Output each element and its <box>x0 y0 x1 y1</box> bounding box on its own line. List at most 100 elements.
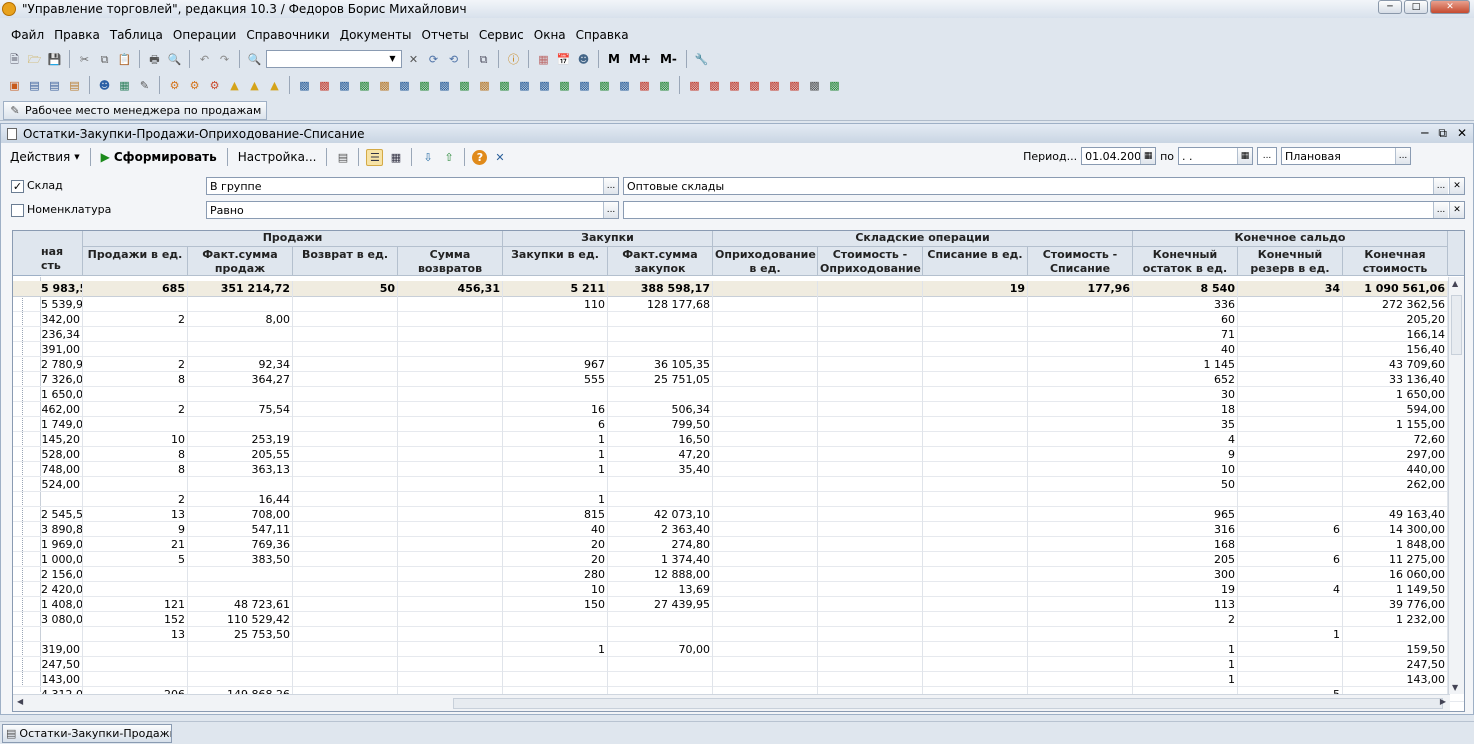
memory-plus-button[interactable]: M+ <box>629 52 651 66</box>
manager-workplace-button[interactable]: ✎ Рабочее место менеджера по продажам <box>3 101 268 120</box>
select-button[interactable]: ... <box>603 178 618 194</box>
chevron-down-icon[interactable]: ▼ <box>384 51 401 68</box>
order4-icon[interactable]: ▲ <box>226 77 243 94</box>
column-header[interactable]: Конечный остаток в ед. <box>1133 247 1238 276</box>
menu-references[interactable]: Справочники <box>246 28 329 42</box>
find-previous-icon[interactable]: ⟲ <box>445 51 462 68</box>
prices-icon[interactable]: ✎ <box>136 77 153 94</box>
close-button[interactable]: ✕ <box>1430 0 1470 14</box>
table-row[interactable]: 3 080,00152110 529,42 2 1 232,00 <box>13 612 1464 627</box>
undo-icon[interactable]: ↶ <box>196 51 213 68</box>
vertical-scrollbar[interactable]: ▲ ▼ <box>1448 277 1464 694</box>
menu-operations[interactable]: Операции <box>173 28 236 42</box>
table-row[interactable]: 247,50 1 247,50 <box>13 657 1464 672</box>
memory-minus-button[interactable]: M- <box>660 52 677 66</box>
table-row[interactable]: 342,00 2 8,00 60 205,20 <box>13 312 1464 327</box>
scroll-thumb[interactable] <box>453 698 1443 709</box>
table-row[interactable]: 1 749,00 6799,50 35 1 155,00 <box>13 417 1464 432</box>
nomenclature-icon[interactable]: ▦ <box>116 77 133 94</box>
table-row[interactable]: 13 25 753,50 1 <box>13 627 1464 642</box>
period-to-field[interactable]: . . ▦ <box>1178 147 1253 165</box>
period-from-field[interactable]: 01.04.2007 ▦ <box>1081 147 1157 165</box>
report3-icon[interactable]: ▩ <box>726 77 743 94</box>
column-header[interactable]: Продажи в ед. <box>83 247 188 276</box>
generate-button[interactable]: ▶ Сформировать <box>98 150 220 164</box>
table-row[interactable]: 3 890,809547,11 402 363,40 316614 300,00 <box>13 522 1464 537</box>
horizontal-scrollbar[interactable]: ◀ ▶ <box>13 694 1450 711</box>
doc4-icon[interactable]: ▩ <box>356 77 373 94</box>
maximize-button[interactable]: □ <box>1404 0 1428 14</box>
table-row[interactable]: 1 650,00 30 1 650,00 <box>13 387 1464 402</box>
doc3-icon[interactable]: ▩ <box>336 77 353 94</box>
doc8-icon[interactable]: ▩ <box>436 77 453 94</box>
column-header[interactable]: Возврат в ед. <box>293 247 398 276</box>
clear-icon[interactable]: ✕ <box>1449 202 1464 218</box>
doc13-icon[interactable]: ▩ <box>536 77 553 94</box>
order-icon[interactable]: ⚙ <box>166 77 183 94</box>
order3-icon[interactable]: ⚙ <box>206 77 223 94</box>
table-row[interactable]: 7 326,008364,27 55525 751,05 652 33 136,40 <box>13 372 1464 387</box>
calendar-icon[interactable]: ▦ <box>1140 148 1156 164</box>
doc7-icon[interactable]: ▩ <box>416 77 433 94</box>
table-row[interactable]: 2 16,44 1 <box>13 492 1464 507</box>
doc14-icon[interactable]: ▩ <box>556 77 573 94</box>
scroll-down-icon[interactable]: ▼ <box>1452 683 1458 692</box>
menu-service[interactable]: Сервис <box>479 28 524 42</box>
taskbar-report-button[interactable]: ▤ Остатки-Закупки-Продажи-... <box>2 724 172 743</box>
register2-icon[interactable]: ▤ <box>46 77 63 94</box>
open-folder-icon[interactable]: 🗁 <box>26 51 43 68</box>
form-restore-button[interactable]: ⧉ <box>1438 126 1447 141</box>
scenario-field[interactable]: Плановая ... <box>1281 147 1411 165</box>
report2-icon[interactable]: ▩ <box>706 77 723 94</box>
table-row[interactable]: 1 969,0021769,36 20274,80 168 1 848,00 <box>13 537 1464 552</box>
table-row[interactable]: 2 780,90292,34 96736 105,35 1 145 43 709,60 <box>13 357 1464 372</box>
column-header[interactable]: Конечная стоимость <box>1343 247 1448 276</box>
doc2-icon[interactable]: ▩ <box>316 77 333 94</box>
minimize-button[interactable]: ─ <box>1378 0 1402 14</box>
table-row[interactable]: 145,20 10 253,19 1 16,50 4 72,60 <box>13 432 1464 447</box>
copy-icon[interactable]: ⧉ <box>96 51 113 68</box>
form-minimize-button[interactable]: ─ <box>1421 126 1428 141</box>
info-icon[interactable]: ⓘ <box>505 51 522 68</box>
cut-icon[interactable]: ✂ <box>76 51 93 68</box>
menu-file[interactable]: Файл <box>11 28 44 42</box>
scroll-left-icon[interactable]: ◀ <box>17 697 23 706</box>
actions-menu-button[interactable]: Действия ▼ <box>7 150 83 164</box>
table-row[interactable]: 2 545,5013708,00 81542 073,10 965 49 163,40 <box>13 507 1464 522</box>
period-select-button[interactable]: ... <box>1257 147 1277 165</box>
menu-help[interactable]: Справка <box>576 28 629 42</box>
calendar-icon[interactable]: ▦ <box>1237 148 1252 164</box>
select-button[interactable]: ... <box>1433 202 1448 218</box>
report7-icon[interactable]: ▩ <box>806 77 823 94</box>
table-row[interactable]: 462,00 2 75,54 16 506,34 18 594,00 <box>13 402 1464 417</box>
calculator-icon[interactable]: ▦ <box>535 51 552 68</box>
table-row[interactable]: 5 539,96 110128 177,68 336 272 362,56 <box>13 297 1464 312</box>
save-icon[interactable]: 💾 <box>46 51 63 68</box>
column-header[interactable]: Факт.сумма закупок <box>608 247 713 276</box>
memory-m-button[interactable]: M <box>608 52 620 66</box>
calendar-icon[interactable]: 📅 <box>555 51 572 68</box>
menu-documents[interactable]: Документы <box>340 28 412 42</box>
register3-icon[interactable]: ▤ <box>66 77 83 94</box>
order6-icon[interactable]: ▲ <box>266 77 283 94</box>
column-header[interactable]: Закупки в ед. <box>503 247 608 276</box>
clear-search-icon[interactable]: ✕ <box>405 51 422 68</box>
table-row[interactable]: 2 420,00 1013,69 1941 149,50 <box>13 582 1464 597</box>
table-row[interactable]: 2 156,00 28012 888,00 300 16 060,00 <box>13 567 1464 582</box>
doc6-icon[interactable]: ▩ <box>396 77 413 94</box>
table-view-icon[interactable]: ▦ <box>387 149 404 166</box>
report4-icon[interactable]: ▩ <box>746 77 763 94</box>
doc18-icon[interactable]: ▩ <box>636 77 653 94</box>
filter-warehouse-condition[interactable]: В группе ... <box>206 177 619 195</box>
doc12-icon[interactable]: ▩ <box>516 77 533 94</box>
filter-nomenclature-value[interactable]: ... ✕ <box>623 201 1465 219</box>
column-header[interactable]: Оприходование в ед. <box>713 247 818 276</box>
doc11-icon[interactable]: ▩ <box>496 77 513 94</box>
scroll-up-icon[interactable]: ▲ <box>1452 279 1458 288</box>
paste-icon[interactable]: 📋 <box>116 51 133 68</box>
doc17-icon[interactable]: ▩ <box>616 77 633 94</box>
column-header[interactable]: ная сть <box>41 231 83 276</box>
column-header[interactable]: Сумма возвратов <box>398 247 503 276</box>
column-header[interactable]: Факт.сумма продаж <box>188 247 293 276</box>
column-header[interactable]: Стоимость - Списание <box>1028 247 1133 276</box>
